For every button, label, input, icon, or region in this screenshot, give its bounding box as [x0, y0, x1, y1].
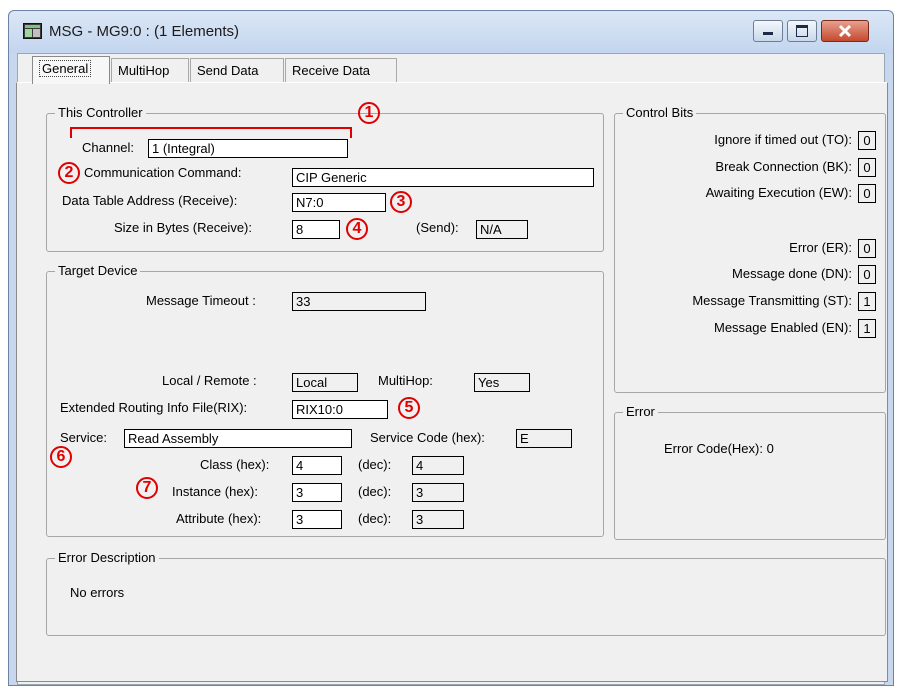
- instance-hex-field[interactable]: 3: [292, 483, 342, 502]
- tab-multihop-label: MultiHop: [118, 63, 170, 78]
- callout-1-bracket-top: [70, 127, 352, 129]
- callout-1-bracket-right: [350, 127, 352, 138]
- close-icon: [838, 24, 852, 38]
- local-remote-label: Local / Remote :: [162, 373, 257, 388]
- control-bit-bk-label: Break Connection (BK):: [715, 159, 852, 174]
- tab-general[interactable]: General: [32, 56, 110, 84]
- class-hex-label: Class (hex):: [200, 457, 270, 472]
- rix-label: Extended Routing Info File(RIX):: [60, 400, 248, 415]
- error-description-title: Error Description: [55, 550, 159, 565]
- error-description-text: No errors: [70, 585, 125, 600]
- attribute-hex-label: Attribute (hex):: [176, 511, 262, 526]
- callout-1: 1: [358, 102, 380, 124]
- message-timeout-label: Message Timeout :: [146, 293, 256, 308]
- callout-6: 6: [50, 446, 72, 468]
- error-title: Error: [623, 404, 658, 419]
- control-bit-bk-value: 0: [858, 158, 876, 177]
- tab-receive-data[interactable]: Receive Data: [285, 58, 397, 82]
- instance-dec-field: 3: [412, 483, 464, 502]
- minimize-button[interactable]: [753, 20, 783, 42]
- error-description-group: Error Description: [46, 550, 886, 636]
- rix-field[interactable]: RIX10:0: [292, 400, 388, 419]
- maximize-button[interactable]: [787, 20, 817, 42]
- title-bar[interactable]: MSG - MG9:0 : (1 Elements): [9, 11, 893, 53]
- control-bit-en-value: 1: [858, 319, 876, 338]
- class-dec-field: 4: [412, 456, 464, 475]
- tab-send-data-label: Send Data: [197, 63, 259, 78]
- control-bits-title: Control Bits: [623, 105, 697, 120]
- callout-3: 3: [390, 191, 412, 213]
- instance-hex-label: Instance (hex):: [172, 484, 258, 499]
- callout-2: 2: [58, 162, 80, 184]
- control-bit-dn-value: 0: [858, 265, 876, 284]
- service-code-label: Service Code (hex):: [370, 430, 485, 445]
- communication-command-label: Communication Command:: [84, 165, 242, 180]
- size-in-bytes-field[interactable]: 8: [292, 220, 340, 239]
- attribute-hex-field[interactable]: 3: [292, 510, 342, 529]
- data-table-address-field[interactable]: N7:0: [292, 193, 386, 212]
- control-bit-st-value: 1: [858, 292, 876, 311]
- attribute-dec-field: 3: [412, 510, 464, 529]
- size-in-bytes-label: Size in Bytes (Receive):: [114, 220, 252, 235]
- data-table-address-label: Data Table Address (Receive):: [62, 193, 238, 208]
- error-group: Error: [614, 404, 886, 540]
- callout-7: 7: [136, 477, 158, 499]
- close-button[interactable]: [821, 20, 869, 42]
- communication-command-field[interactable]: CIP Generic: [292, 168, 594, 187]
- target-device-title: Target Device: [55, 263, 141, 278]
- control-bit-to-value: 0: [858, 131, 876, 150]
- message-timeout-field: 33: [292, 292, 426, 311]
- control-bit-st-label: Message Transmitting (ST):: [692, 293, 852, 308]
- minimize-icon: [763, 32, 773, 35]
- channel-label: Channel:: [82, 140, 135, 155]
- instance-dec-label: (dec):: [358, 484, 392, 499]
- multihop-label: MultiHop:: [378, 373, 433, 388]
- attribute-dec-label: (dec):: [358, 511, 392, 526]
- tab-general-label: General: [39, 60, 92, 77]
- msg-window-icon: [23, 23, 42, 39]
- class-dec-label: (dec):: [358, 457, 392, 472]
- tab-receive-data-label: Receive Data: [292, 63, 371, 78]
- control-bit-dn-label: Message done (DN):: [732, 266, 852, 281]
- maximize-icon: [796, 25, 808, 37]
- service-code-field: E: [516, 429, 572, 448]
- multihop-field: Yes: [474, 373, 530, 392]
- control-bit-ew-value: 0: [858, 184, 876, 203]
- tab-send-data[interactable]: Send Data: [190, 58, 284, 82]
- send-size-field: N/A: [476, 220, 528, 239]
- this-controller-title: This Controller: [55, 105, 146, 120]
- local-remote-field: Local: [292, 373, 358, 392]
- callout-1-bracket-left: [70, 127, 72, 138]
- tab-multihop[interactable]: MultiHop: [111, 58, 189, 82]
- callout-5: 5: [398, 397, 420, 419]
- control-bit-ew-label: Awaiting Execution (EW):: [705, 185, 852, 200]
- error-code-text: Error Code(Hex): 0: [664, 441, 774, 456]
- control-bit-en-label: Message Enabled (EN):: [713, 320, 852, 335]
- control-bit-er-label: Error (ER):: [789, 240, 852, 255]
- channel-field[interactable]: 1 (Integral): [148, 139, 348, 158]
- service-label: Service:: [60, 430, 107, 445]
- class-hex-field[interactable]: 4: [292, 456, 342, 475]
- service-field[interactable]: Read Assembly: [124, 429, 352, 448]
- window-title: MSG - MG9:0 : (1 Elements): [49, 23, 240, 40]
- callout-4: 4: [346, 218, 368, 240]
- control-bit-er-value: 0: [858, 239, 876, 258]
- send-size-label: (Send):: [416, 220, 459, 235]
- control-bit-to-label: Ignore if timed out (TO):: [714, 132, 852, 147]
